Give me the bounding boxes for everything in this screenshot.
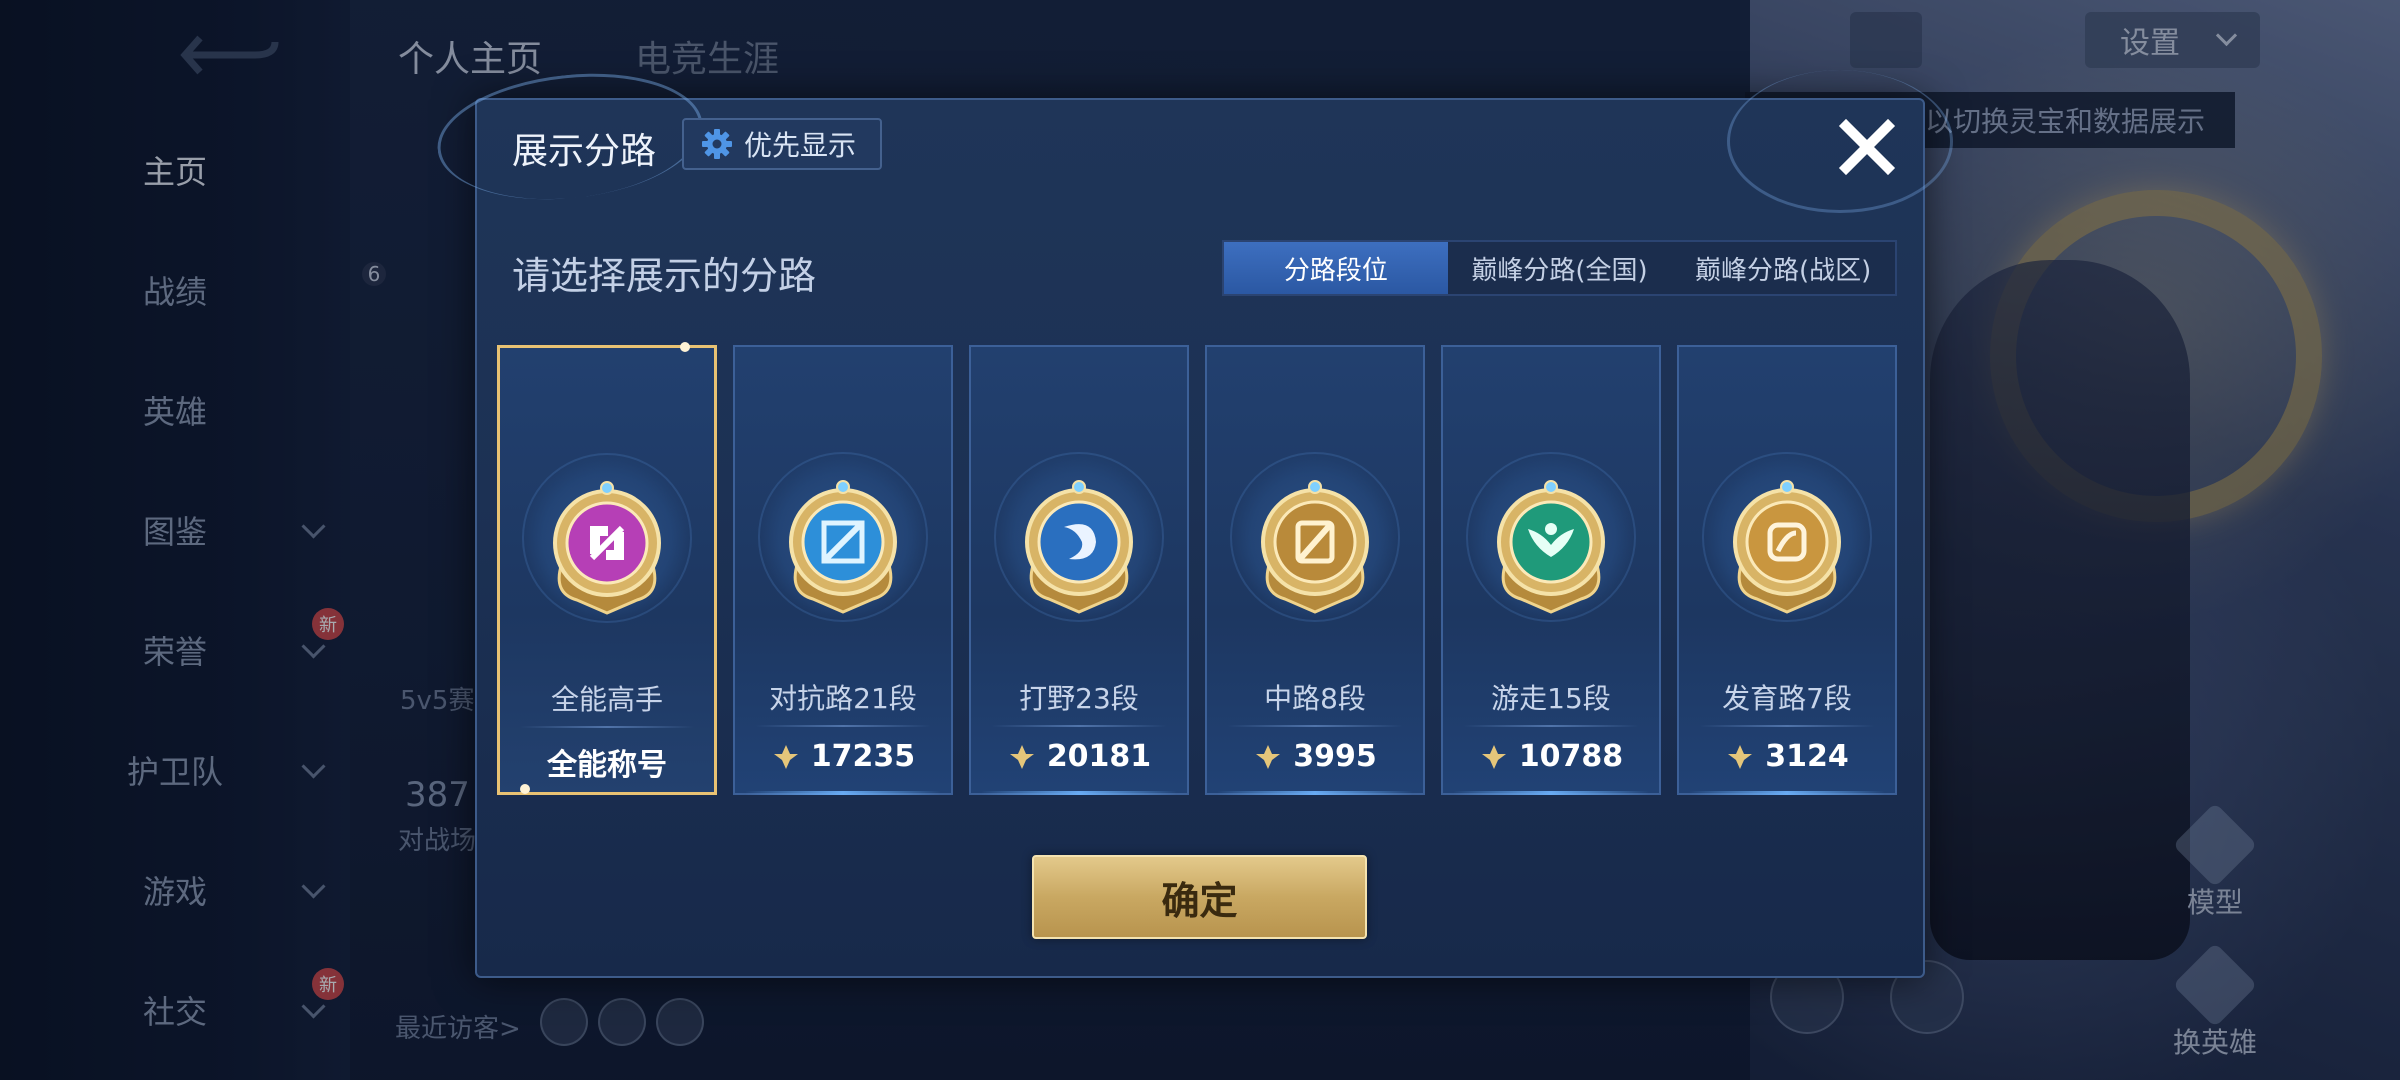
lane-label: 对抗路21段 <box>769 682 917 715</box>
confirm-label: 确定 <box>1161 878 1238 923</box>
lane-card-roam[interactable]: 游走15段 10788 <box>1441 345 1661 795</box>
confirm-button[interactable]: 确定 <box>1032 855 1367 939</box>
lane-value: 10788 <box>1443 739 1659 774</box>
dialog-title: 展示分路 <box>512 131 657 172</box>
rank-points-icon <box>1256 744 1281 769</box>
corner-sparkle <box>680 342 690 352</box>
priority-display-label: 优先显示 <box>744 129 857 162</box>
lane-value-text: 20181 <box>1046 739 1152 774</box>
lane-card-mid[interactable]: 中路8段 3995 <box>1205 345 1425 795</box>
priority-display-button[interactable]: 优先显示 <box>682 118 882 170</box>
card-divider <box>520 726 694 728</box>
rank-points-icon <box>1009 744 1034 769</box>
dragon-icon <box>1025 480 1133 614</box>
staff-icon <box>1261 480 1369 614</box>
card-divider <box>1463 725 1639 727</box>
lane-value-text: 3124 <box>1765 739 1849 774</box>
lane-card-jungle[interactable]: 打野23段 20181 <box>969 345 1189 795</box>
corner-sparkle <box>520 784 530 794</box>
tab-lane-rank[interactable]: 分路段位 <box>1224 242 1448 294</box>
card-divider <box>1699 725 1875 727</box>
card-divider <box>991 725 1167 727</box>
gear-icon <box>702 129 732 159</box>
lane-type-tabs: 分路段位 巅峰分路(全国) 巅峰分路(战区) <box>1222 240 1897 296</box>
close-icon[interactable] <box>1832 112 1902 182</box>
wings-icon <box>1497 480 1605 614</box>
tab-peak-region[interactable]: 巅峰分路(战区) <box>1671 242 1895 294</box>
sword-icon <box>789 480 897 614</box>
lane-value-text: 17235 <box>810 739 916 774</box>
card-divider <box>1227 725 1403 727</box>
lane-value-text: 10788 <box>1518 739 1624 774</box>
lane-value-text: 3995 <box>1293 739 1377 774</box>
dialog-subtitle: 请选择展示的分路 <box>512 254 817 298</box>
lane-value-text: 全能称号 <box>547 748 667 783</box>
lane-label: 中路8段 <box>1264 682 1366 715</box>
rank-points-icon <box>1728 744 1753 769</box>
allround-icon <box>553 481 661 615</box>
lane-label: 打野23段 <box>1019 682 1139 715</box>
bow-icon <box>1733 480 1841 614</box>
lane-value: 3995 <box>1207 739 1423 774</box>
lane-display-dialog: 展示分路 优先显示 请选择展示的分路 分路段位 巅峰分路(全国) 巅峰分路(战区… <box>431 61 1953 978</box>
lane-value: 20181 <box>971 739 1187 774</box>
lane-card-farm[interactable]: 发育路7段 3124 <box>1677 345 1897 795</box>
lane-label: 全能高手 <box>550 683 663 716</box>
rank-points-icon <box>1481 744 1506 769</box>
lane-label: 游走15段 <box>1491 682 1611 715</box>
rank-points-icon <box>773 744 798 769</box>
lane-card-clash[interactable]: 对抗路21段 17235 <box>733 345 953 795</box>
lane-value: 全能称号 <box>500 740 714 784</box>
tab-peak-national[interactable]: 巅峰分路(全国) <box>1448 242 1672 294</box>
lane-value: 3124 <box>1679 739 1895 774</box>
lane-label: 发育路7段 <box>1722 682 1852 715</box>
card-divider <box>755 725 931 727</box>
lane-value: 17235 <box>735 739 951 774</box>
lane-card-allround[interactable]: 全能高手 全能称号 <box>497 342 717 795</box>
